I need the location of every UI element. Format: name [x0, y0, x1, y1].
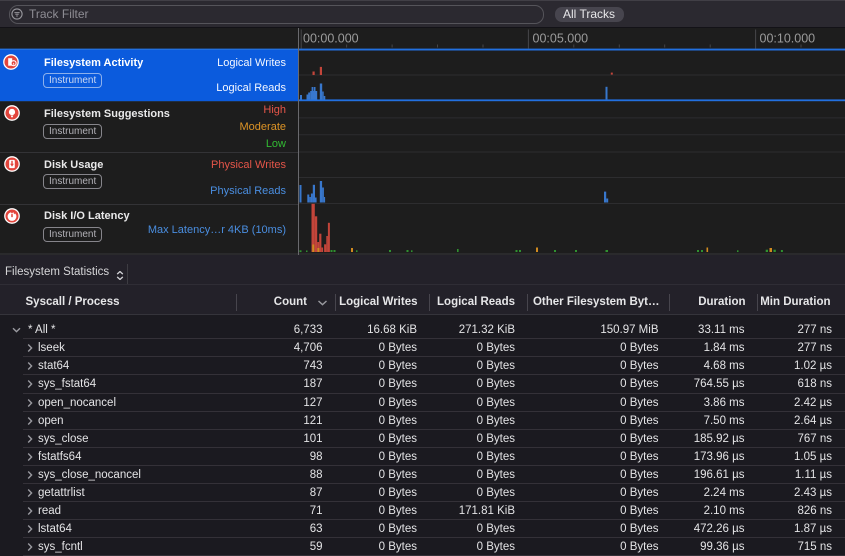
svg-text:00:10.000: 00:10.000 [760, 32, 816, 46]
svg-text:00:00.000: 00:00.000 [303, 32, 359, 46]
svg-text:00:05.000: 00:05.000 [533, 32, 589, 46]
